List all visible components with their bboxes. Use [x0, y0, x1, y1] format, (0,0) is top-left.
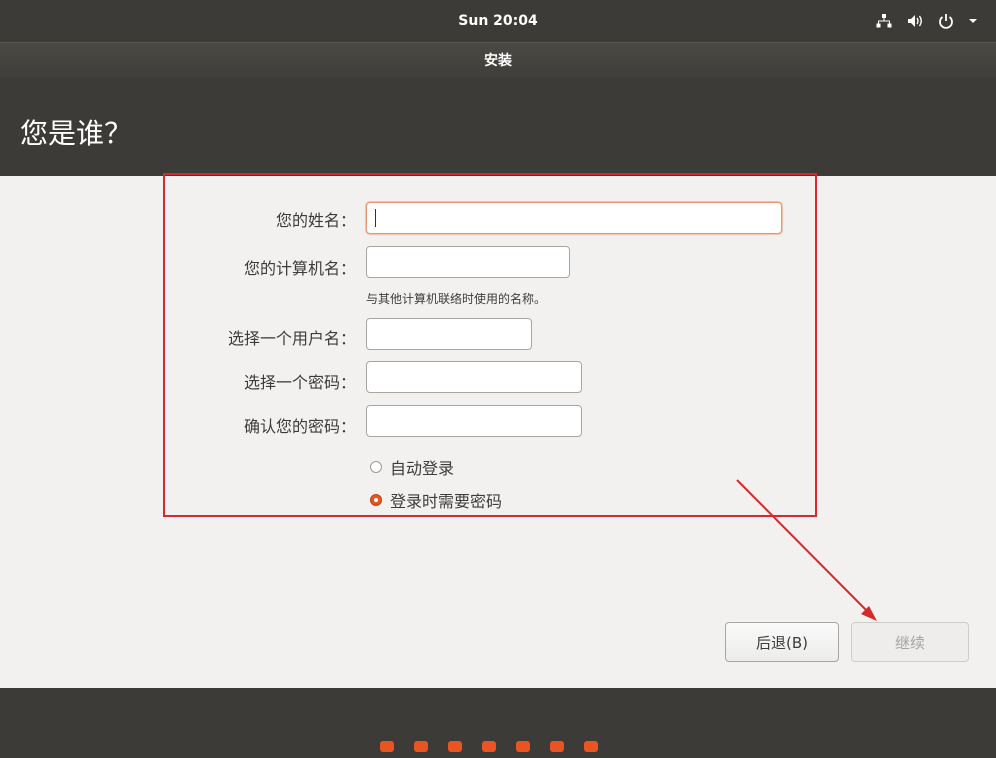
continue-button[interactable]: 继续	[851, 622, 969, 662]
annotation-arrow-icon	[736, 479, 877, 621]
progress-dot	[448, 741, 462, 752]
progress-dot	[516, 741, 530, 752]
back-button[interactable]: 后退(B)	[725, 622, 839, 662]
progress-dot	[414, 741, 428, 752]
progress-dots	[380, 741, 598, 752]
progress-dot	[550, 741, 564, 752]
progress-dot	[482, 741, 496, 752]
progress-dot	[380, 741, 394, 752]
progress-dot	[584, 741, 598, 752]
